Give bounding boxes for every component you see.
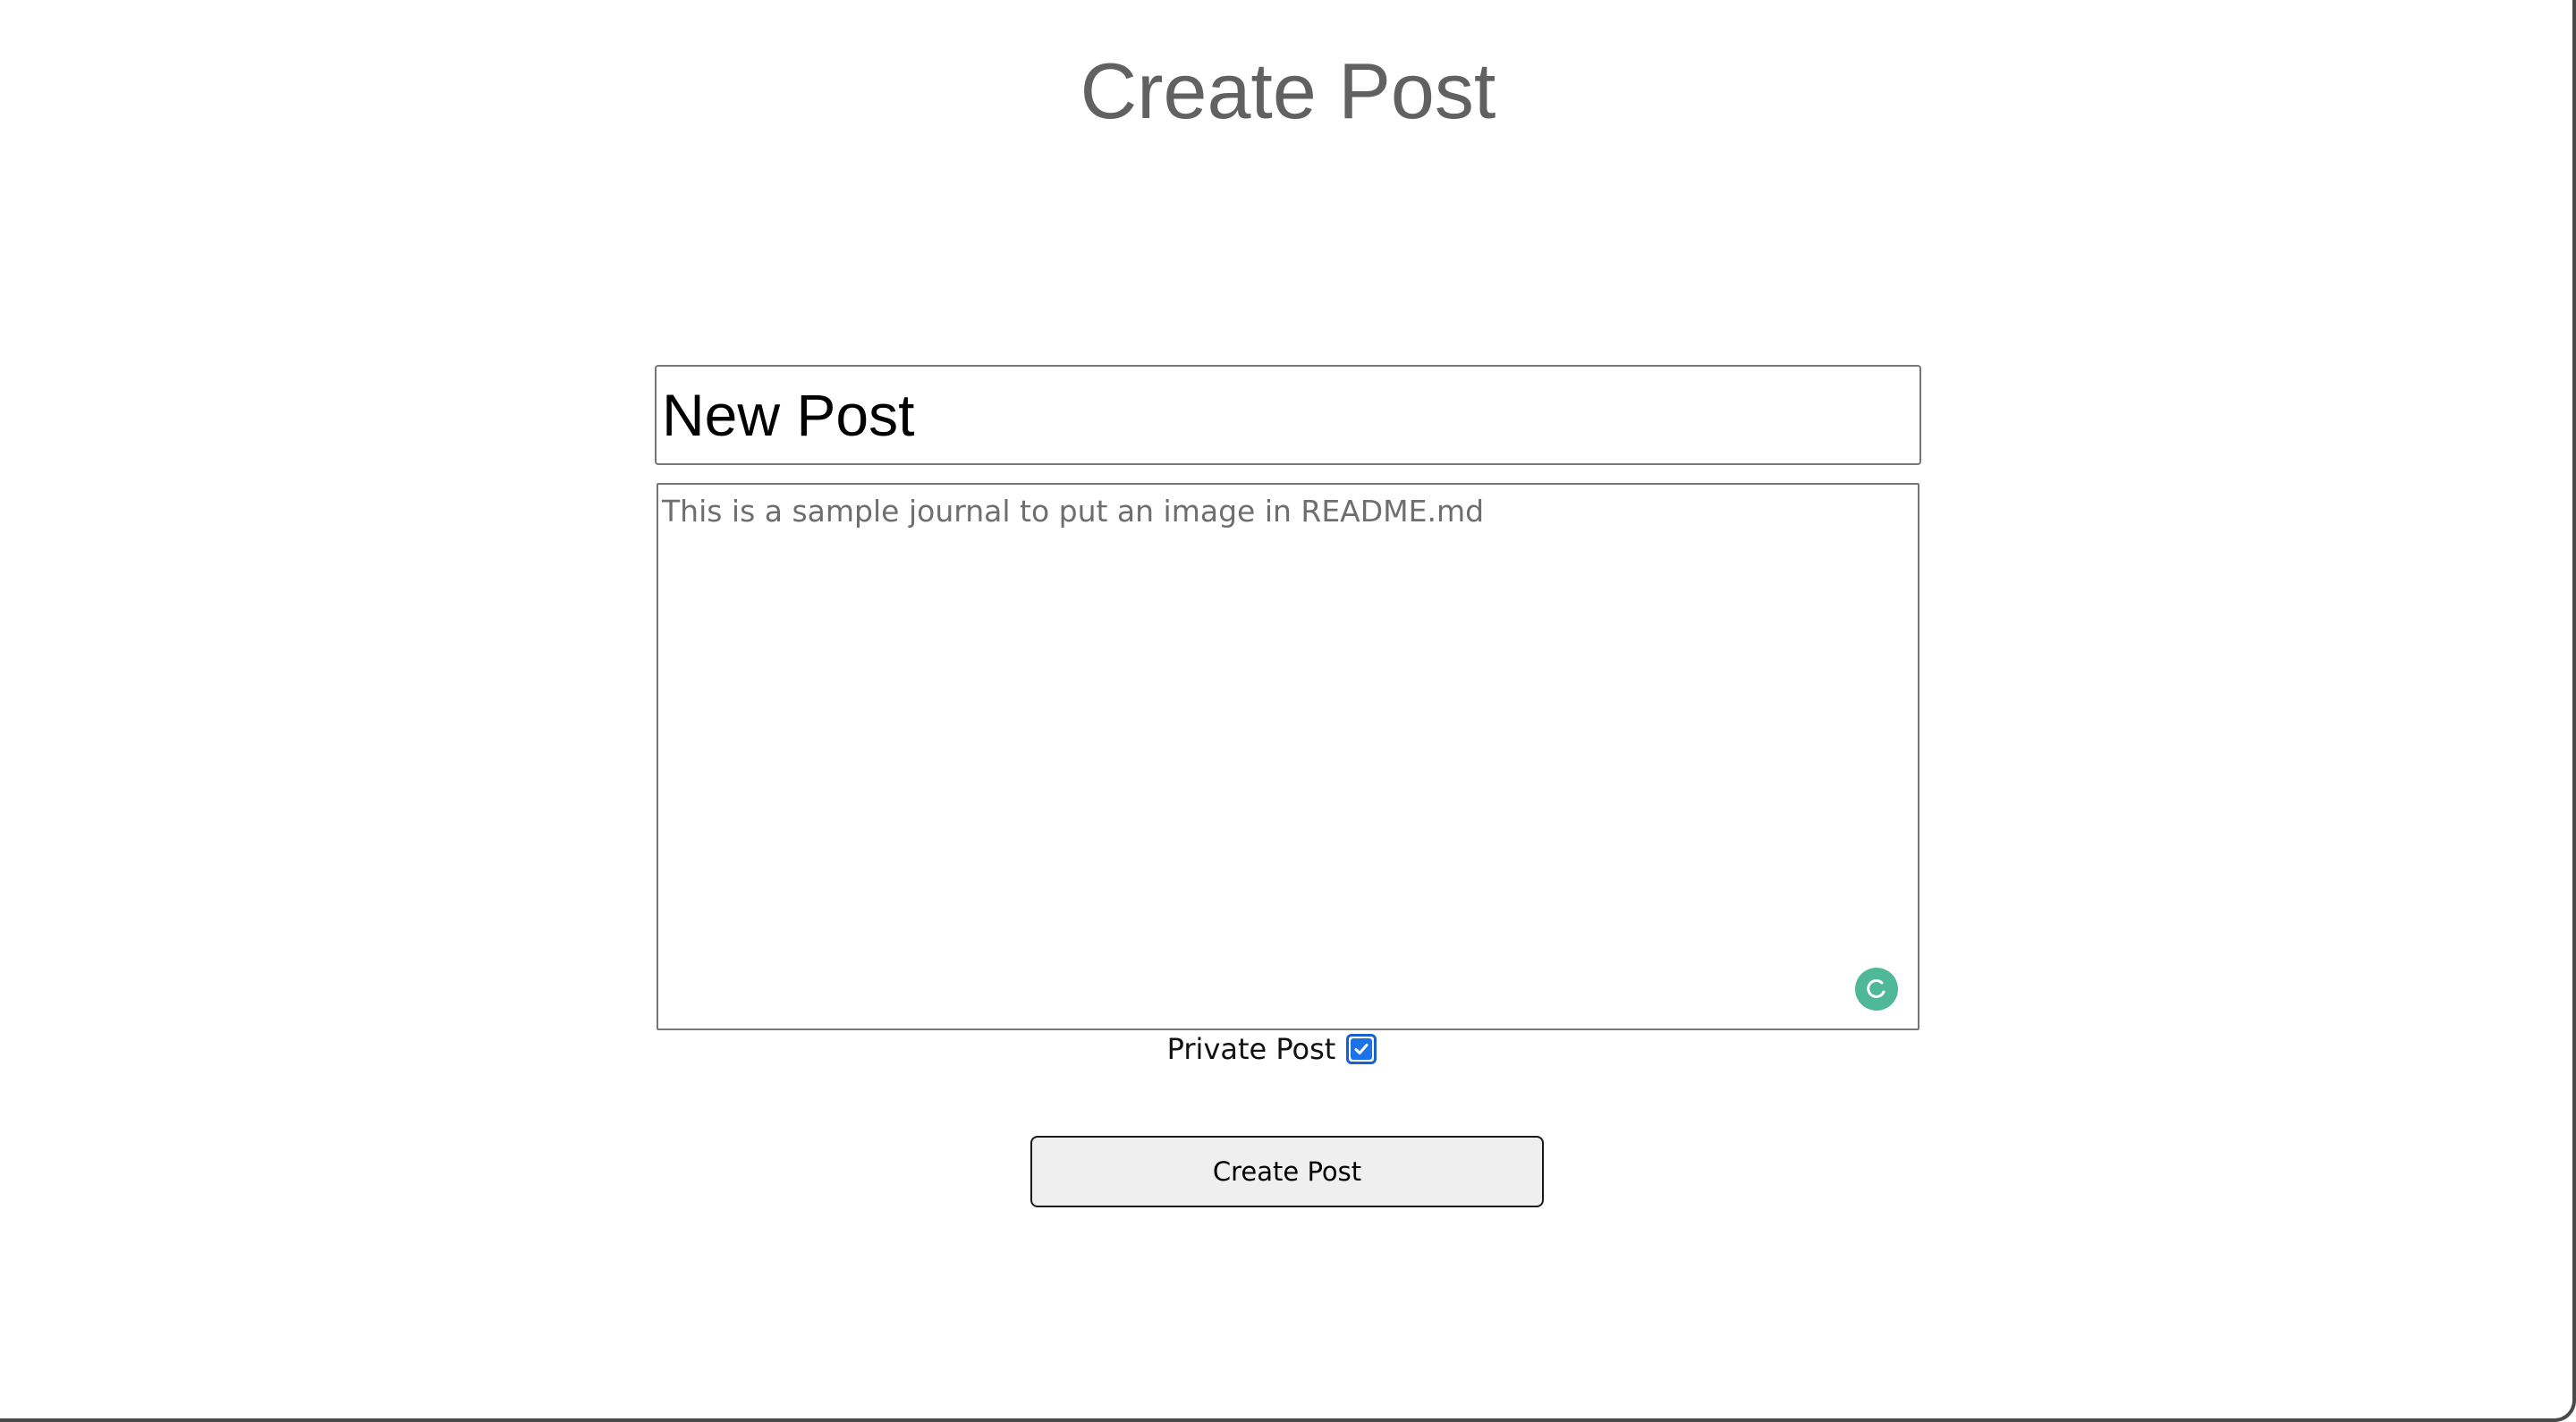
refresh-icon xyxy=(1867,978,1885,998)
checkbox-fill xyxy=(1351,1038,1373,1060)
checkmark-icon xyxy=(1354,1044,1368,1054)
post-body-textarea[interactable] xyxy=(657,483,1919,1030)
private-post-row: Private Post xyxy=(0,1027,2576,1071)
private-post-checkbox[interactable] xyxy=(1346,1034,1377,1064)
create-post-button[interactable]: Create Post xyxy=(1030,1136,1544,1207)
page-title: Create Post xyxy=(1080,47,1496,135)
grammarly-icon[interactable] xyxy=(1855,968,1898,1011)
private-post-label: Private Post xyxy=(1166,1032,1336,1066)
post-title-input[interactable] xyxy=(655,365,1921,465)
